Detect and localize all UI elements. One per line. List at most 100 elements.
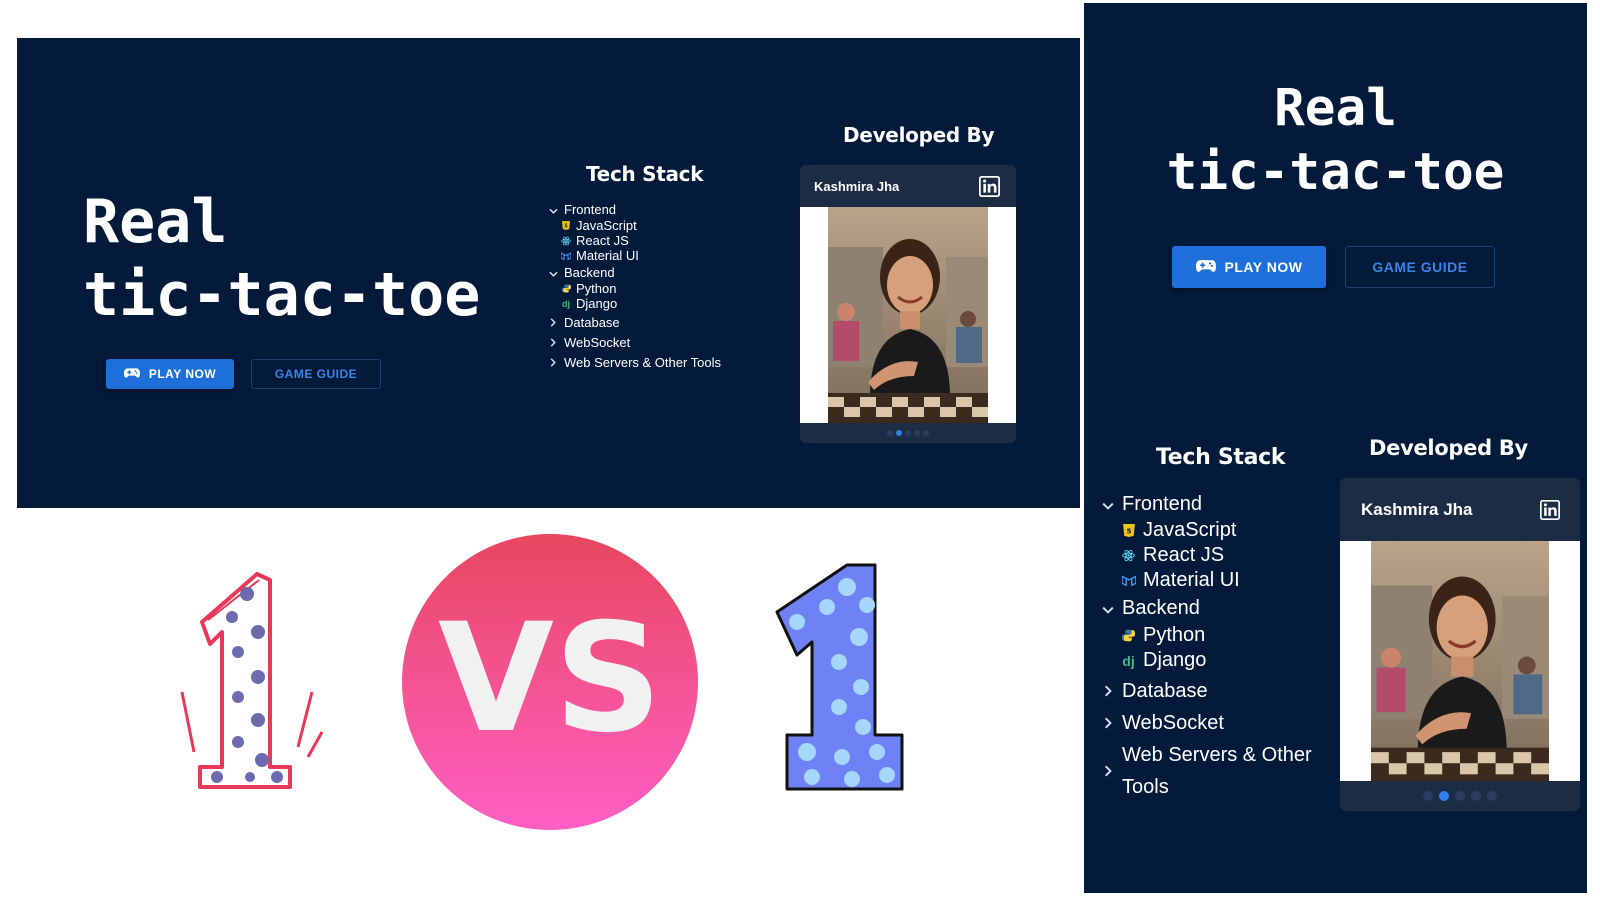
- hero-title-line2: tic-tac-toe: [1166, 142, 1505, 202]
- carousel-dot[interactable]: [1471, 791, 1481, 801]
- carousel-dot[interactable]: [923, 430, 929, 436]
- tree-item-javascript: 5 JavaScript: [1094, 518, 1312, 543]
- tree-item-label: JavaScript: [1143, 519, 1237, 541]
- tree-item-python: Python: [1094, 623, 1312, 648]
- tech-stack-tree: Frontend 5 JavaScript React JS Material …: [542, 200, 721, 372]
- tree-item-label: React JS: [1143, 544, 1225, 566]
- tree-item-material-ui: Material UI: [1094, 568, 1312, 593]
- tree-group-label: WebSocket: [564, 334, 631, 350]
- tree-item-label: Material UI: [1143, 569, 1240, 591]
- tree-group-label: Web Servers & Other Tools: [564, 354, 722, 370]
- chevron-right-icon: [1094, 712, 1122, 735]
- tree-group-web-servers[interactable]: Web Servers & Other Tools: [1094, 739, 1312, 803]
- tree-group-label-line2: Tools: [1122, 776, 1169, 798]
- developer-photo-frame: [1340, 541, 1580, 781]
- carousel-dot[interactable]: [1487, 791, 1497, 801]
- tree-group-websocket[interactable]: WebSocket: [1094, 707, 1312, 739]
- game-guide-button[interactable]: GAME GUIDE: [251, 359, 381, 389]
- developer-photo: [1371, 541, 1549, 781]
- tree-item-python: Python: [542, 281, 721, 296]
- developer-card: Kashmira Jha: [800, 165, 1016, 443]
- game-guide-button[interactable]: GAME GUIDE: [1345, 246, 1495, 288]
- hero-title: Real tic-tac-toe: [83, 186, 480, 332]
- carousel-dot[interactable]: [914, 430, 920, 436]
- svg-text:5: 5: [1126, 526, 1131, 535]
- tree-group-websocket[interactable]: WebSocket: [542, 332, 721, 352]
- game-guide-label: GAME GUIDE: [274, 367, 358, 381]
- carousel-dots: [1340, 781, 1580, 811]
- chevron-down-icon: [542, 202, 564, 217]
- tree-item-react: React JS: [542, 233, 721, 248]
- developed-by-title: Developed By: [843, 123, 995, 147]
- play-now-label: PLAY NOW: [148, 367, 217, 381]
- tree-group-label: Database: [1122, 679, 1208, 702]
- django-icon: dj: [1122, 652, 1135, 669]
- developer-photo-frame: [800, 207, 1016, 423]
- tree-item-label: Material UI: [576, 248, 639, 263]
- tree-item-label: JavaScript: [576, 218, 637, 233]
- gamepad-icon: [123, 367, 140, 382]
- javascript-icon: 5: [556, 221, 576, 230]
- linkedin-icon[interactable]: [1540, 499, 1560, 520]
- desktop-preview: Real tic-tac-toe PLAY NOW GAME GUIDE Tec…: [17, 38, 1080, 508]
- hero-title: Real tic-tac-toe: [1084, 77, 1587, 205]
- material-ui-icon: [1114, 575, 1143, 586]
- tree-group-backend[interactable]: Backend: [542, 263, 721, 281]
- vs-text: VS: [438, 592, 662, 766]
- chevron-right-icon: [542, 315, 564, 330]
- tree-group-database[interactable]: Database: [1094, 675, 1312, 707]
- tree-item-label: Django: [1143, 649, 1207, 671]
- tree-group-web-servers[interactable]: Web Servers & Other Tools: [542, 352, 721, 372]
- chevron-right-icon: [542, 335, 564, 350]
- chevron-down-icon: [542, 265, 564, 280]
- play-now-button[interactable]: PLAY NOW: [106, 359, 234, 389]
- chevron-down-icon: [1094, 493, 1122, 516]
- tree-group-frontend[interactable]: Frontend: [542, 200, 721, 218]
- hero-title-line2: tic-tac-toe: [83, 260, 481, 331]
- versus-banner: VS: [22, 512, 1067, 882]
- tree-group-label: Backend: [564, 264, 615, 280]
- developer-photo: [828, 207, 988, 423]
- carousel-dots: [800, 423, 1016, 443]
- developer-card: Kashmira Jha: [1340, 478, 1580, 811]
- python-icon: [1114, 629, 1143, 642]
- django-icon: dj: [562, 298, 570, 309]
- carousel-dot[interactable]: [1439, 791, 1449, 801]
- vs-badge: VS: [400, 532, 700, 837]
- developer-name: Kashmira Jha: [814, 178, 900, 194]
- tree-group-frontend[interactable]: Frontend: [1094, 490, 1312, 518]
- hero-title-line1: Real: [83, 187, 228, 257]
- carousel-dot[interactable]: [887, 430, 893, 436]
- tree-group-backend[interactable]: Backend: [1094, 593, 1312, 623]
- linkedin-icon[interactable]: [979, 175, 1000, 197]
- tech-stack-title: Tech Stack: [1156, 445, 1286, 470]
- svg-text:5: 5: [564, 224, 567, 230]
- tree-item-label: Django: [576, 296, 618, 311]
- carousel-dot[interactable]: [896, 430, 902, 436]
- chevron-right-icon: [1094, 680, 1122, 703]
- developed-by-title: Developed By: [1369, 436, 1528, 460]
- tree-group-label: Backend: [1122, 596, 1200, 619]
- tech-stack-title: Tech Stack: [586, 162, 704, 186]
- tree-item-label: Python: [576, 281, 617, 296]
- carousel-dot[interactable]: [1423, 791, 1433, 801]
- mobile-preview: Real tic-tac-toe PLAY NOW GAME GUIDE Tec…: [1084, 3, 1587, 893]
- game-guide-label: GAME GUIDE: [1372, 259, 1468, 275]
- tree-item-label: Python: [1143, 624, 1206, 646]
- tree-item-react: React JS: [1094, 543, 1312, 568]
- tree-group-label: Frontend: [1122, 492, 1203, 515]
- play-now-label: PLAY NOW: [1224, 259, 1303, 275]
- tree-item-javascript: 5 JavaScript: [542, 218, 721, 233]
- react-icon: [556, 236, 576, 246]
- tree-item-label: React JS: [576, 233, 629, 248]
- tree-item-django: dj Django: [542, 296, 721, 311]
- carousel-dot[interactable]: [1455, 791, 1465, 801]
- developer-name: Kashmira Jha: [1361, 499, 1473, 519]
- tree-group-label: WebSocket: [1122, 711, 1224, 734]
- tree-group-database[interactable]: Database: [542, 312, 721, 332]
- material-ui-icon: [556, 251, 576, 260]
- carousel-dot[interactable]: [905, 430, 911, 436]
- developer-card-header: Kashmira Jha: [800, 165, 1016, 207]
- react-icon: [1114, 549, 1143, 562]
- play-now-button[interactable]: PLAY NOW: [1172, 246, 1326, 288]
